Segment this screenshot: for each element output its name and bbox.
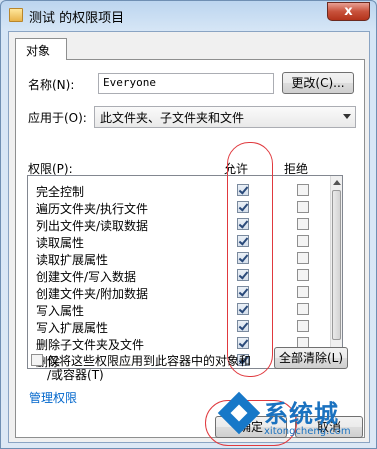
permission-row: 创建文件夹/附加数据 xyxy=(28,284,332,301)
deny-checkbox[interactable] xyxy=(297,218,309,230)
dialog-client: 对象 名称(N): Everyone 更改(C)... 应用于(O): 此文件夹… xyxy=(8,31,370,446)
folder-icon xyxy=(9,8,23,22)
deny-checkbox[interactable] xyxy=(297,320,309,332)
clear-all-button[interactable]: 全部清除(L) xyxy=(274,347,348,369)
deny-checkbox[interactable] xyxy=(297,286,309,298)
permission-name: 读取扩展属性 xyxy=(36,253,109,267)
permission-row: 读取属性 xyxy=(28,233,332,250)
chevron-down-icon xyxy=(343,114,351,119)
permission-name: 创建文件夹/附加数据 xyxy=(36,287,149,301)
apply-to-label: 应用于(O): xyxy=(28,111,87,125)
apply-to-selected: 此文件夹、子文件夹和文件 xyxy=(100,111,245,125)
window-title: 测试 的权限项目 xyxy=(29,11,125,26)
permission-row: 读取扩展属性 xyxy=(28,250,332,267)
watermark-brand: 系统城 xyxy=(264,400,339,428)
scroll-up-icon[interactable] xyxy=(333,180,341,185)
name-field[interactable]: Everyone xyxy=(98,73,274,94)
deny-checkbox[interactable] xyxy=(297,269,309,281)
deny-checkbox[interactable] xyxy=(297,201,309,213)
manage-permissions-link[interactable]: 管理权限 xyxy=(29,389,77,406)
permission-row: 完全控制 xyxy=(28,182,332,199)
permission-name: 读取属性 xyxy=(36,236,85,250)
annotation-oval-allow xyxy=(227,142,273,377)
permission-row: 写入属性 xyxy=(28,301,332,318)
permission-name: 遍历文件夹/执行文件 xyxy=(36,202,149,216)
apply-only-checkbox[interactable] xyxy=(31,354,43,366)
permission-name: 完全控制 xyxy=(36,185,85,199)
deny-checkbox[interactable] xyxy=(297,235,309,247)
permission-row: 创建文件/写入数据 xyxy=(28,267,332,284)
watermark-url: xitongcheng.com xyxy=(264,426,351,437)
close-button[interactable]: x xyxy=(327,2,370,21)
tab-object[interactable]: 对象 xyxy=(15,38,67,60)
permission-row: 列出文件夹/读取数据 xyxy=(28,216,332,233)
permission-name: 列出文件夹/读取数据 xyxy=(36,219,149,233)
change-button[interactable]: 更改(C)... xyxy=(282,72,354,94)
name-label: 名称(N): xyxy=(28,78,75,92)
permission-row: 写入扩展属性 xyxy=(28,318,332,335)
apply-only-label-line2: /或容器(T) xyxy=(47,368,104,382)
permission-name: 写入属性 xyxy=(36,304,85,318)
watermark-logo: 系统城 xitongcheng.com xyxy=(202,390,372,446)
apply-to-select[interactable]: 此文件夹、子文件夹和文件 xyxy=(94,106,356,128)
scroll-thumb[interactable] xyxy=(332,190,341,340)
permission-entry-window: 测试 的权限项目 x 对象 名称(N): Everyone 更改(C)... 应… xyxy=(0,0,377,449)
deny-checkbox[interactable] xyxy=(297,184,309,196)
permission-name: 删除子文件夹及文件 xyxy=(36,338,145,352)
deny-checkbox[interactable] xyxy=(297,252,309,264)
permission-name: 创建文件/写入数据 xyxy=(36,270,137,284)
deny-checkbox[interactable] xyxy=(297,303,309,315)
permission-row: 遍历文件夹/执行文件 xyxy=(28,199,332,216)
permissions-list[interactable]: 完全控制遍历文件夹/执行文件 列出文件夹/读取数据 读取属性读取扩展属性创建文件/写… xyxy=(27,175,343,369)
permission-name: 写入扩展属性 xyxy=(36,321,109,335)
title-bar[interactable]: 测试 的权限项目 x xyxy=(1,1,376,29)
